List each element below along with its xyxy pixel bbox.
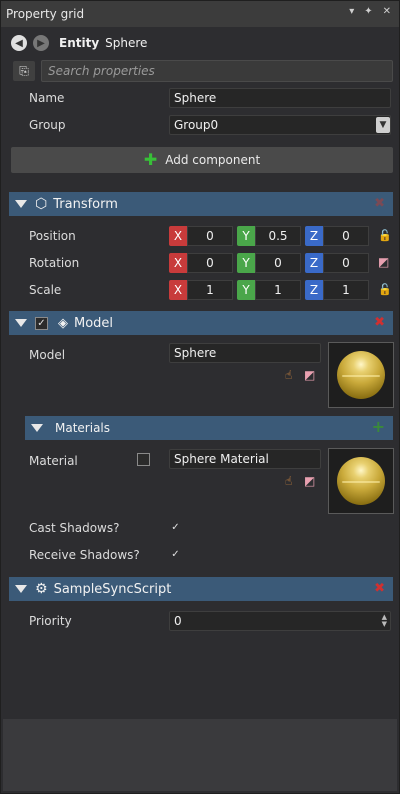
pin-icon[interactable]: ✦: [364, 6, 372, 17]
add-component-button[interactable]: ✚ Add component: [11, 147, 393, 173]
sphere-preview: [337, 351, 385, 399]
back-button[interactable]: ◀: [11, 35, 27, 51]
materials-title: Materials: [55, 421, 111, 435]
model-label: Model: [29, 348, 66, 362]
close-icon[interactable]: ✕: [383, 6, 391, 17]
model-field[interactable]: Sphere: [169, 343, 321, 363]
position-z-field[interactable]: 0: [323, 226, 369, 246]
collapse-icon[interactable]: [15, 200, 27, 208]
eraser-icon[interactable]: ◩: [304, 368, 315, 382]
material-label: Material: [29, 454, 78, 468]
lock-icon[interactable]: 🔓: [378, 229, 392, 242]
hand-pointer-icon[interactable]: ☝: [285, 474, 292, 488]
z-axis-label: Z: [305, 226, 323, 246]
position-label: Position: [29, 229, 76, 243]
gear-icon: ⚙: [35, 581, 48, 597]
spinner-icon[interactable]: ▲ ▼: [382, 614, 387, 628]
rotation-vector: X0 Y0 Z0: [169, 253, 369, 273]
material-field[interactable]: Sphere Material: [169, 449, 321, 469]
scale-x-field[interactable]: 1: [187, 280, 233, 300]
x-axis-label: X: [169, 253, 187, 273]
priority-value: 0: [174, 614, 182, 628]
scale-y-field[interactable]: 1: [255, 280, 301, 300]
cast-shadows-checkbox[interactable]: ✓: [169, 521, 182, 534]
transform-header[interactable]: ⬡ Transform ✖: [9, 192, 393, 216]
cube-icon: ⬡: [35, 196, 48, 212]
filter-mode-icon[interactable]: ⎘: [13, 61, 35, 81]
y-axis-label: Y: [237, 226, 255, 246]
remove-script-icon[interactable]: ✖: [374, 581, 385, 596]
entity-nav: ◀ ▶ Entity Sphere: [11, 31, 147, 55]
search-input[interactable]: Search properties: [41, 60, 393, 82]
name-label: Name: [29, 91, 65, 105]
entity-name: Sphere: [105, 36, 148, 50]
scale-vector: X1 Y1 Z1: [169, 280, 369, 300]
add-component-label: Add component: [165, 153, 261, 167]
name-field[interactable]: Sphere: [169, 88, 391, 108]
property-grid-panel: Property grid ▾ ✦ ✕ ◀ ▶ Entity Sphere ⎘ …: [0, 0, 400, 794]
priority-label: Priority: [29, 614, 72, 628]
window-controls: ▾ ✦ ✕: [349, 6, 391, 17]
scale-z-field[interactable]: 1: [323, 280, 369, 300]
empty-area: [3, 719, 397, 791]
model-title: Model: [74, 315, 114, 331]
lock-icon[interactable]: 🔓: [378, 283, 392, 296]
cast-shadows-label: Cast Shadows?: [29, 521, 120, 535]
entity-keyword: Entity: [59, 36, 100, 50]
remove-transform-icon: ✖: [374, 196, 385, 211]
model-icon: ◈: [58, 315, 68, 331]
collapse-icon[interactable]: [31, 424, 43, 432]
transform-title: Transform: [53, 196, 118, 212]
script-title: SampleSyncScript: [53, 581, 172, 597]
rotation-y-field[interactable]: 0: [255, 253, 301, 273]
remove-model-icon[interactable]: ✖: [374, 315, 385, 330]
plus-icon: ✚: [143, 150, 158, 169]
model-enabled-checkbox[interactable]: ✓: [35, 316, 48, 330]
search-row: ⎘ Search properties: [11, 60, 393, 82]
forward-button[interactable]: ▶: [33, 35, 49, 51]
model-header[interactable]: ✓ ◈ Model ✖: [9, 311, 393, 335]
group-select[interactable]: Group0: [169, 115, 391, 135]
rotation-x-field[interactable]: 0: [187, 253, 233, 273]
material-thumbnail[interactable]: [328, 448, 394, 514]
chevron-down-icon[interactable]: ▼: [376, 117, 390, 133]
x-axis-label: X: [169, 226, 187, 246]
script-header[interactable]: ⚙ SampleSyncScript ✖: [9, 577, 393, 601]
receive-shadows-label: Receive Shadows?: [29, 548, 140, 562]
group-label: Group: [29, 118, 66, 132]
rotation-z-field[interactable]: 0: [323, 253, 369, 273]
material-override-checkbox[interactable]: [137, 453, 150, 466]
x-axis-label: X: [169, 280, 187, 300]
model-thumbnail[interactable]: [328, 342, 394, 408]
rotation-label: Rotation: [29, 256, 80, 270]
position-x-field[interactable]: 0: [187, 226, 233, 246]
sphere-preview: [337, 457, 385, 505]
position-y-field[interactable]: 0.5: [255, 226, 301, 246]
y-axis-label: Y: [237, 253, 255, 273]
scale-label: Scale: [29, 283, 62, 297]
z-axis-label: Z: [305, 253, 323, 273]
title-bar: Property grid ▾ ✦ ✕: [1, 1, 399, 27]
hand-pointer-icon[interactable]: ☝: [285, 368, 292, 382]
collapse-icon[interactable]: [15, 319, 27, 327]
priority-field[interactable]: 0 ▲ ▼: [169, 611, 391, 631]
materials-header[interactable]: Materials +: [25, 416, 393, 440]
position-vector: X0 Y 0.5 Z0: [169, 226, 369, 246]
receive-shadows-checkbox[interactable]: ✓: [169, 548, 182, 561]
collapse-icon[interactable]: [15, 585, 27, 593]
dropdown-icon[interactable]: ▾: [349, 6, 354, 17]
eraser-icon[interactable]: ◩: [378, 255, 389, 269]
add-material-icon[interactable]: +: [372, 417, 385, 436]
panel-title: Property grid: [6, 7, 85, 21]
eraser-icon[interactable]: ◩: [304, 474, 315, 488]
z-axis-label: Z: [305, 280, 323, 300]
y-axis-label: Y: [237, 280, 255, 300]
